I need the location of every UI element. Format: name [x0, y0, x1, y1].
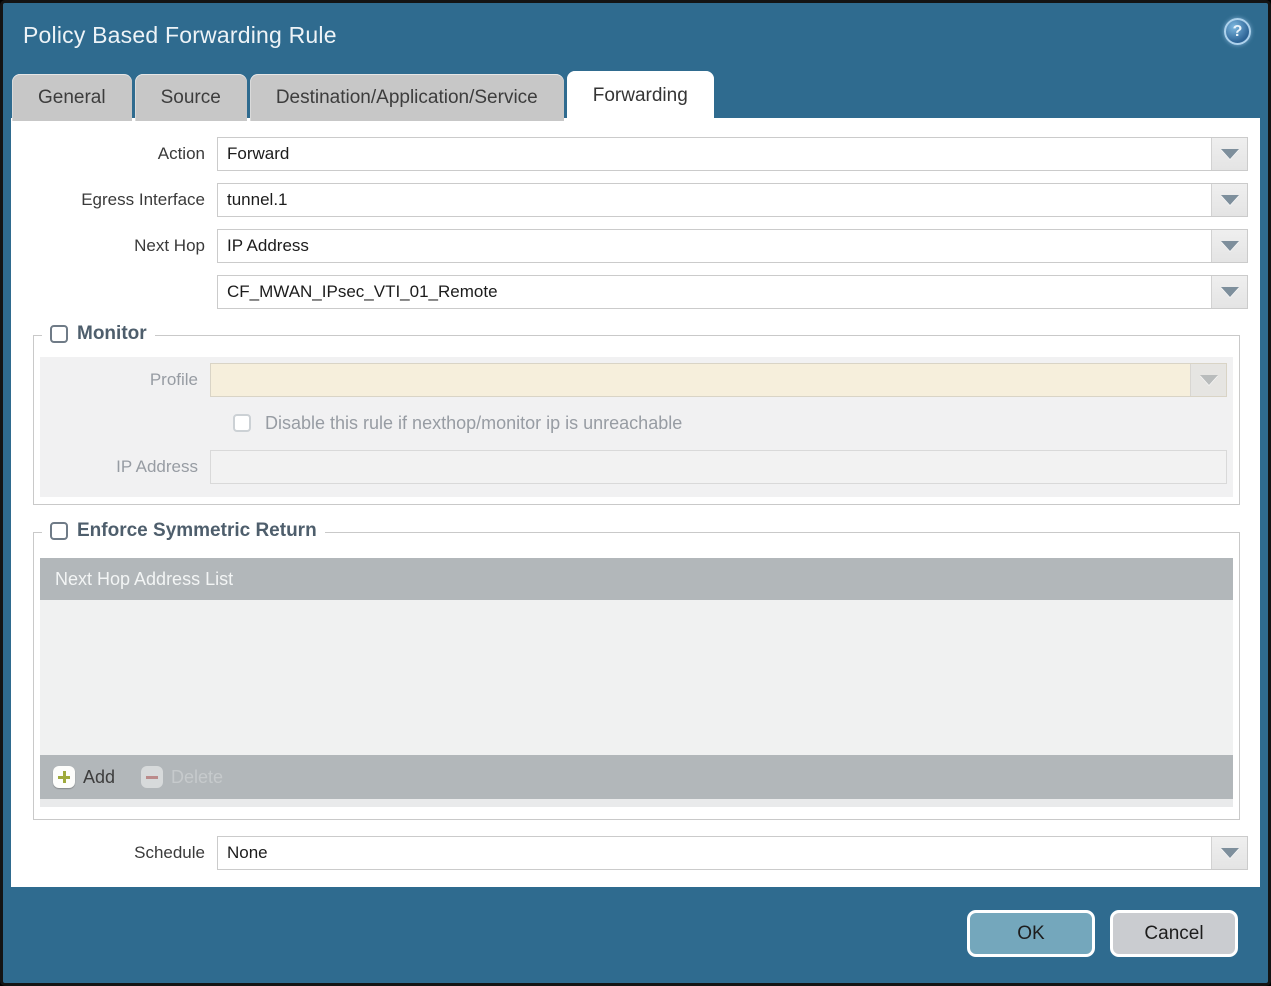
monitor-fieldset: Monitor Profile Disable this rule if nex…: [33, 323, 1240, 505]
tab-destination-application-service[interactable]: Destination/Application/Service: [249, 74, 564, 121]
chevron-down-icon: [1220, 195, 1239, 205]
help-icon[interactable]: ?: [1224, 18, 1251, 45]
disable-rule-label: Disable this rule if nexthop/monitor ip …: [265, 412, 683, 433]
tab-bar: General Source Destination/Application/S…: [12, 71, 714, 121]
next-hop-address-dropdown-button[interactable]: [1211, 276, 1247, 308]
monitor-ip-address-input: [210, 450, 1227, 484]
next-hop-address-list-header: Next Hop Address List: [40, 558, 1233, 600]
dialog-titlebar: Policy Based Forwarding Rule ?: [3, 3, 1268, 69]
next-hop-dropdown-button[interactable]: [1211, 230, 1247, 262]
chevron-down-icon: [1220, 241, 1239, 251]
next-hop-type-value: IP Address: [227, 236, 309, 255]
monitor-ip-address-label: IP Address: [116, 457, 198, 476]
add-plus-icon: [53, 766, 75, 788]
next-hop-label: Next Hop: [134, 236, 205, 255]
egress-interface-select[interactable]: tunnel.1: [217, 183, 1248, 217]
enforce-symmetric-return-checkbox[interactable]: [50, 522, 68, 540]
profile-select: [210, 363, 1227, 397]
action-select[interactable]: Forward: [217, 137, 1248, 171]
egress-interface-dropdown-button[interactable]: [1211, 184, 1247, 216]
egress-interface-row: Egress Interface tunnel.1: [11, 183, 1248, 217]
dialog-footer: OK Cancel: [3, 884, 1268, 983]
profile-label: Profile: [149, 370, 198, 389]
policy-based-forwarding-dialog: Policy Based Forwarding Rule ? General S…: [0, 0, 1271, 986]
monitor-legend: Monitor: [42, 323, 155, 345]
next-hop-row: Next Hop IP Address: [11, 229, 1248, 263]
forwarding-tab-panel: Action Forward Egress Interface tunnel.1…: [11, 118, 1260, 887]
ok-button[interactable]: OK: [967, 910, 1095, 957]
enforce-symmetric-return-legend: Enforce Symmetric Return: [42, 520, 325, 542]
profile-dropdown-button: [1190, 364, 1226, 396]
next-hop-address-list-table: Next Hop Address List Add Delete: [40, 558, 1233, 807]
action-label: Action: [157, 144, 205, 163]
tab-forwarding[interactable]: Forwarding: [566, 71, 714, 121]
next-hop-address-value: CF_MWAN_IPsec_VTI_01_Remote: [227, 282, 498, 301]
schedule-label: Schedule: [134, 843, 205, 862]
tab-label: Destination/Application/Service: [275, 86, 538, 108]
chevron-down-icon: [1220, 149, 1239, 159]
delete-minus-icon: [141, 766, 164, 788]
next-hop-address-list-body: [40, 600, 1233, 755]
action-dropdown-button[interactable]: [1211, 138, 1247, 170]
tab-label: Forwarding: [592, 85, 688, 106]
dialog-title: Policy Based Forwarding Rule: [23, 22, 337, 48]
next-hop-address-list-toolbar: Add Delete: [40, 755, 1233, 799]
schedule-select[interactable]: None: [217, 836, 1248, 870]
schedule-dropdown-button[interactable]: [1211, 837, 1247, 869]
action-value: Forward: [227, 144, 290, 163]
egress-interface-value: tunnel.1: [227, 190, 288, 209]
profile-row: Profile: [40, 363, 1227, 397]
add-button[interactable]: Add: [53, 766, 115, 788]
enforce-symmetric-return-fieldset: Enforce Symmetric Return Next Hop Addres…: [33, 520, 1240, 820]
schedule-value: None: [227, 843, 268, 862]
monitor-checkbox[interactable]: [50, 325, 68, 343]
chevron-down-icon: [1220, 848, 1239, 858]
tab-source[interactable]: Source: [134, 74, 247, 121]
monitor-legend-label: Monitor: [77, 323, 147, 344]
disable-rule-checkbox: [233, 414, 251, 432]
next-hop-address-row: CF_MWAN_IPsec_VTI_01_Remote: [11, 275, 1248, 309]
chevron-down-icon: [1220, 287, 1239, 297]
chevron-down-icon: [1199, 375, 1218, 385]
delete-button-label: Delete: [171, 766, 224, 787]
help-glyph: ?: [1232, 22, 1243, 40]
enforce-symmetric-return-legend-label: Enforce Symmetric Return: [77, 520, 317, 541]
tab-general[interactable]: General: [12, 74, 132, 121]
ok-button-label: OK: [1017, 922, 1045, 944]
next-hop-type-select[interactable]: IP Address: [217, 229, 1248, 263]
action-row: Action Forward: [11, 137, 1248, 171]
cancel-button[interactable]: Cancel: [1110, 910, 1238, 957]
add-button-label: Add: [83, 766, 116, 787]
disable-rule-row: Disable this rule if nexthop/monitor ip …: [233, 408, 1233, 438]
cancel-button-label: Cancel: [1144, 922, 1204, 944]
egress-interface-label: Egress Interface: [81, 190, 205, 209]
monitor-disabled-panel: Profile Disable this rule if nexthop/mon…: [40, 357, 1233, 497]
delete-button: Delete: [141, 766, 223, 788]
table-scroll-strip: [40, 799, 1233, 807]
schedule-row: Schedule None: [11, 836, 1248, 870]
next-hop-address-list-header-label: Next Hop Address List: [55, 568, 234, 589]
tab-label: Source: [160, 86, 221, 108]
monitor-ip-address-row: IP Address: [40, 450, 1227, 484]
tab-label: General: [38, 86, 106, 108]
next-hop-address-select[interactable]: CF_MWAN_IPsec_VTI_01_Remote: [217, 275, 1248, 309]
